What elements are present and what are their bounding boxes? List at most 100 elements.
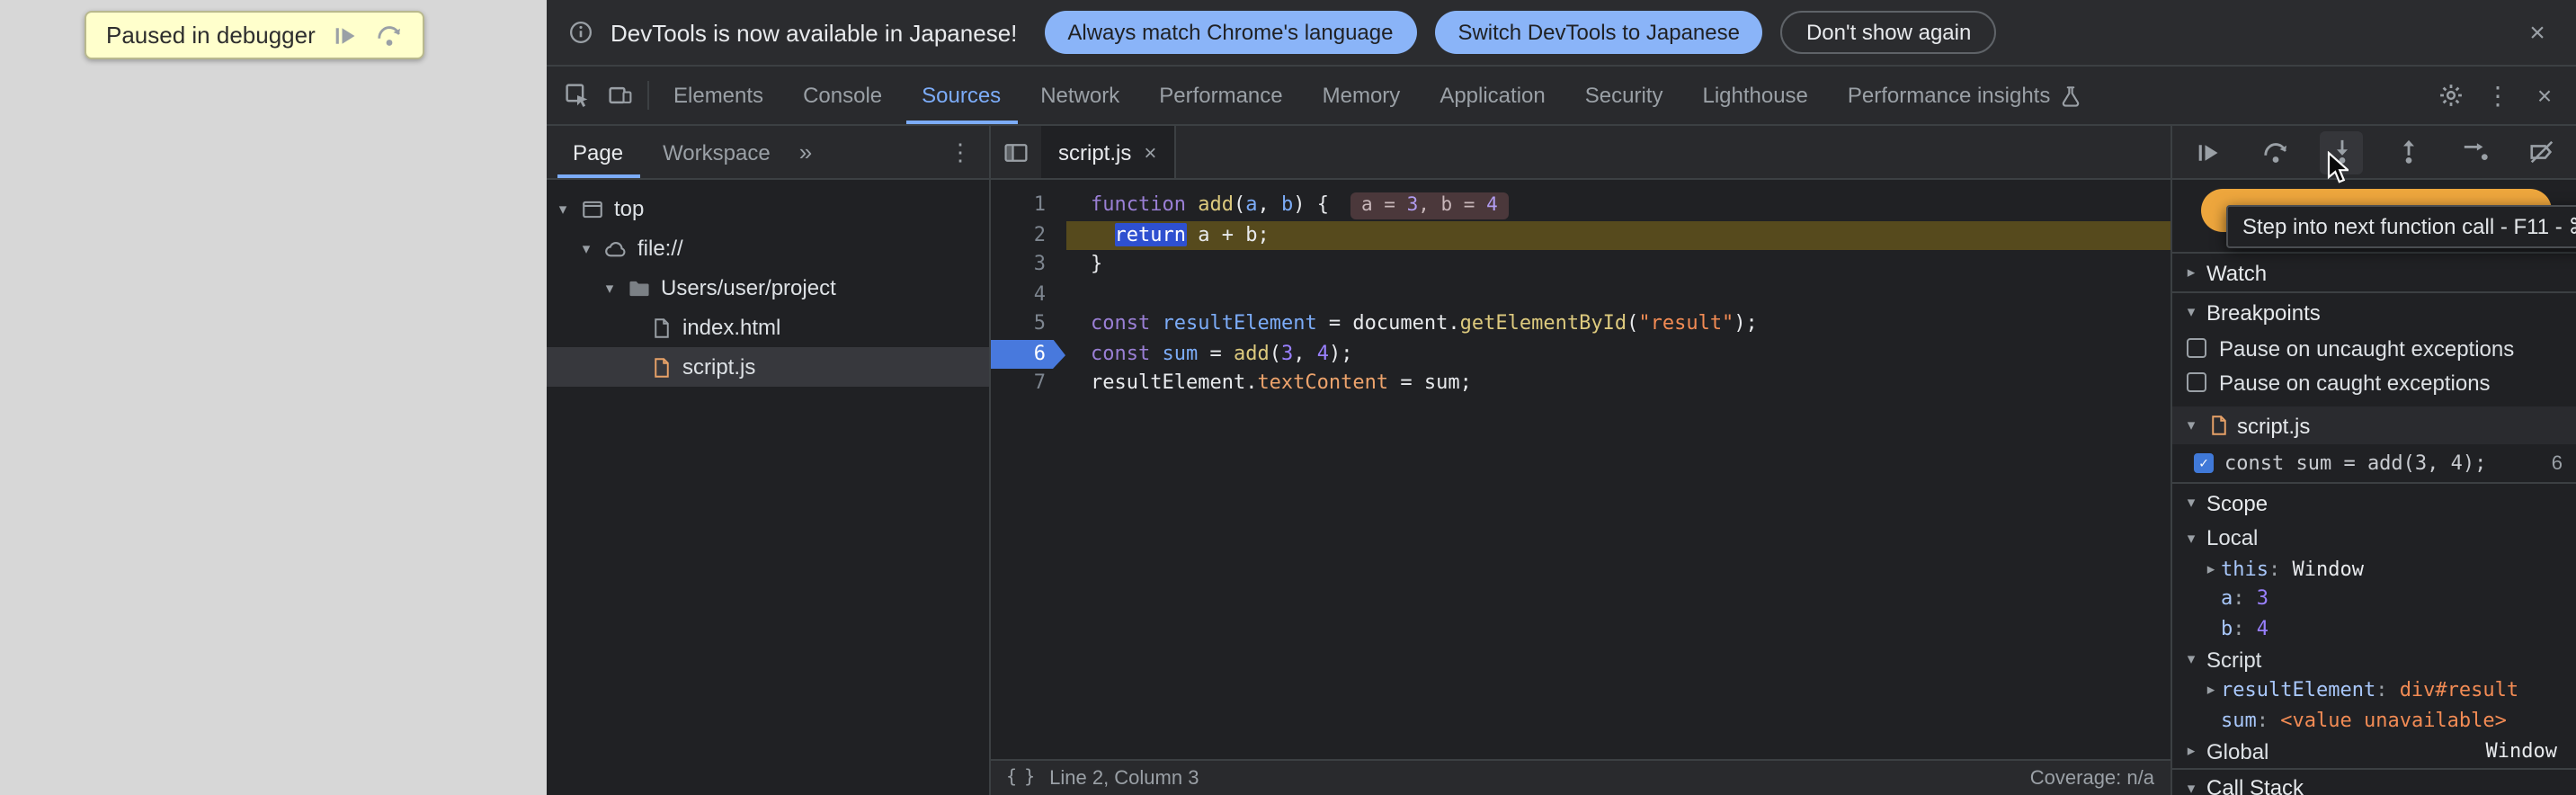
inspect-icon[interactable] bbox=[555, 74, 598, 117]
line-number[interactable]: 7 bbox=[990, 369, 1065, 398]
disclosure-open-icon[interactable]: ▾ bbox=[553, 199, 573, 219]
tree-item-index-html[interactable]: index.html bbox=[546, 308, 988, 347]
infobar-button-don-t-show-again[interactable]: Don't show again bbox=[1781, 11, 1996, 54]
folder-icon bbox=[627, 276, 650, 299]
variable-value: 3 bbox=[2257, 587, 2268, 611]
line-number[interactable]: 2 bbox=[990, 220, 1065, 250]
breakpoint-group-script-js[interactable]: ▾script.js bbox=[2172, 406, 2576, 444]
tree-item-top[interactable]: ▾top bbox=[546, 189, 988, 228]
line-number[interactable]: 5 bbox=[990, 309, 1065, 339]
scope-section-global[interactable]: ▸GlobalWindow bbox=[2172, 735, 2576, 767]
code-line-text bbox=[1065, 280, 2170, 309]
cursor-position: Line 2, Column 3 bbox=[1049, 767, 1199, 789]
tab-performance[interactable]: Performance bbox=[1139, 67, 1302, 124]
code-token: resultElement bbox=[1163, 311, 1317, 335]
tab-label: Lighthouse bbox=[1702, 83, 1807, 108]
section-label: Breakpoints bbox=[2206, 299, 2321, 325]
disclosure-open-icon[interactable]: ▾ bbox=[2181, 415, 2201, 435]
scope-section-label: Local bbox=[2206, 525, 2258, 550]
variable-name: b bbox=[2221, 617, 2233, 640]
disclosure-open-icon[interactable]: ▾ bbox=[2181, 493, 2201, 513]
tab-performance-insights[interactable]: Performance insights bbox=[1828, 67, 2102, 124]
scope-section-label: Script bbox=[2206, 647, 2261, 672]
tab-lighthouse[interactable]: Lighthouse bbox=[1682, 67, 1827, 124]
checkbox-pause-on-caught-exceptions[interactable]: Pause on caught exceptions bbox=[2172, 365, 2576, 399]
line-number[interactable]: 4 bbox=[990, 280, 1065, 309]
tab-memory[interactable]: Memory bbox=[1303, 67, 1421, 124]
pretty-print-icon[interactable]: { } bbox=[1006, 768, 1033, 788]
section-header-scope[interactable]: ▾Scope bbox=[2172, 482, 2576, 522]
tab-security[interactable]: Security bbox=[1565, 67, 1683, 124]
navigator-tab-workspace[interactable]: Workspace bbox=[643, 126, 790, 178]
disclosure-closed-icon[interactable]: ▸ bbox=[2201, 559, 2221, 579]
tree-item-file[interactable]: ▾file:// bbox=[546, 228, 988, 268]
infobar-button-switch-devtools-to-japanese[interactable]: Switch DevTools to Japanese bbox=[1434, 11, 1763, 54]
checkbox[interactable] bbox=[2187, 338, 2206, 358]
deactivate-breakpoints-icon bbox=[2527, 138, 2554, 165]
tab-console[interactable]: Console bbox=[783, 67, 902, 124]
disclosure-closed-icon[interactable]: ▸ bbox=[2201, 681, 2221, 701]
tab-elements[interactable]: Elements bbox=[654, 67, 783, 124]
deactivate-breakpoints-button[interactable] bbox=[2519, 130, 2563, 174]
file-tab-script-js[interactable]: script.js × bbox=[1040, 126, 1176, 178]
navigator-tab-page[interactable]: Page bbox=[553, 126, 643, 178]
checkbox-label: Pause on caught exceptions bbox=[2219, 370, 2491, 395]
disclosure-closed-icon[interactable]: ▸ bbox=[2181, 263, 2201, 282]
tree-item-script-js[interactable]: script.js bbox=[546, 347, 988, 387]
step-over-icon bbox=[2261, 138, 2288, 165]
step-into-tooltip: Step into next function call - F11 - ⌘ ; bbox=[2226, 205, 2576, 248]
step-over-button[interactable] bbox=[2253, 130, 2296, 174]
section-header-call-stack[interactable]: ▾Call Stack bbox=[2172, 767, 2576, 795]
scope-section-script[interactable]: ▾Script bbox=[2172, 643, 2576, 675]
hint-token: , b = bbox=[1418, 194, 1486, 216]
step-icon bbox=[2461, 138, 2488, 165]
code-token: } bbox=[1091, 252, 1102, 275]
hint-token: a = bbox=[1361, 194, 1407, 216]
settings-gear-icon[interactable] bbox=[2429, 74, 2473, 117]
checkbox-pause-on-uncaught-exceptions[interactable]: Pause on uncaught exceptions bbox=[2172, 331, 2576, 365]
section-header-breakpoints[interactable]: ▾Breakpoints bbox=[2172, 291, 2576, 331]
editor-pane: script.js × 1function add(a, b) {a = 3, … bbox=[990, 126, 2170, 795]
code-token: function bbox=[1091, 192, 1186, 216]
navigator-menu-icon[interactable]: ⋮ bbox=[932, 126, 988, 178]
tab-network[interactable]: Network bbox=[1021, 67, 1139, 124]
scope-variable-resultelement[interactable]: ▸resultElement: div#result bbox=[2172, 675, 2576, 705]
line-number[interactable]: 3 bbox=[990, 250, 1065, 280]
breakpoint-checkbox[interactable] bbox=[2194, 453, 2214, 473]
section-header-watch[interactable]: ▸Watch bbox=[2172, 252, 2576, 291]
breakpoint-marker[interactable]: 6 bbox=[990, 339, 1065, 369]
more-tabs-icon[interactable]: » bbox=[790, 126, 821, 178]
variable-name: sum bbox=[2221, 709, 2257, 732]
coverage-status: Coverage: n/a bbox=[2030, 767, 2154, 789]
tree-item-users-user-project[interactable]: ▾Users/user/project bbox=[546, 268, 988, 308]
resume-button[interactable] bbox=[2187, 130, 2230, 174]
variable-value: Window bbox=[2293, 558, 2365, 581]
step-over-icon[interactable] bbox=[377, 22, 404, 49]
tab-label: Memory bbox=[1323, 83, 1401, 108]
disclosure-open-icon[interactable]: ▾ bbox=[576, 238, 596, 258]
scope-variable-this[interactable]: ▸this: Window bbox=[2172, 554, 2576, 584]
device-toolbar-icon[interactable] bbox=[598, 74, 641, 117]
infobar-button-always-match-chrome-s-language[interactable]: Always match Chrome's language bbox=[1044, 11, 1416, 54]
navigator-toggle-icon[interactable] bbox=[994, 130, 1037, 174]
tab-application[interactable]: Application bbox=[1420, 67, 1564, 124]
disclosure-open-icon[interactable]: ▾ bbox=[2181, 778, 2201, 795]
scope-section-local[interactable]: ▾Local bbox=[2172, 522, 2576, 554]
step-button[interactable] bbox=[2453, 130, 2496, 174]
close-tab-icon[interactable]: × bbox=[1144, 139, 1156, 165]
disclosure-open-icon[interactable]: ▾ bbox=[2181, 302, 2201, 322]
step-out-button[interactable] bbox=[2386, 130, 2429, 174]
kebab-menu-icon[interactable]: ⋮ bbox=[2476, 74, 2519, 117]
infobar-close-icon[interactable]: × bbox=[2519, 17, 2555, 48]
disclosure-closed-icon[interactable]: ▸ bbox=[2181, 741, 2201, 761]
flask-icon bbox=[2059, 84, 2082, 107]
line-number[interactable]: 1 bbox=[990, 191, 1065, 220]
breakpoint-entry[interactable]: const sum = add(3, 4);6 bbox=[2172, 444, 2576, 482]
checkbox[interactable] bbox=[2187, 372, 2206, 392]
close-devtools-icon[interactable]: × bbox=[2523, 74, 2566, 117]
disclosure-open-icon[interactable]: ▾ bbox=[2181, 649, 2201, 669]
disclosure-open-icon[interactable]: ▾ bbox=[2181, 528, 2201, 548]
tab-sources[interactable]: Sources bbox=[902, 67, 1021, 124]
resume-icon[interactable] bbox=[334, 22, 359, 48]
disclosure-open-icon[interactable]: ▾ bbox=[600, 278, 619, 298]
